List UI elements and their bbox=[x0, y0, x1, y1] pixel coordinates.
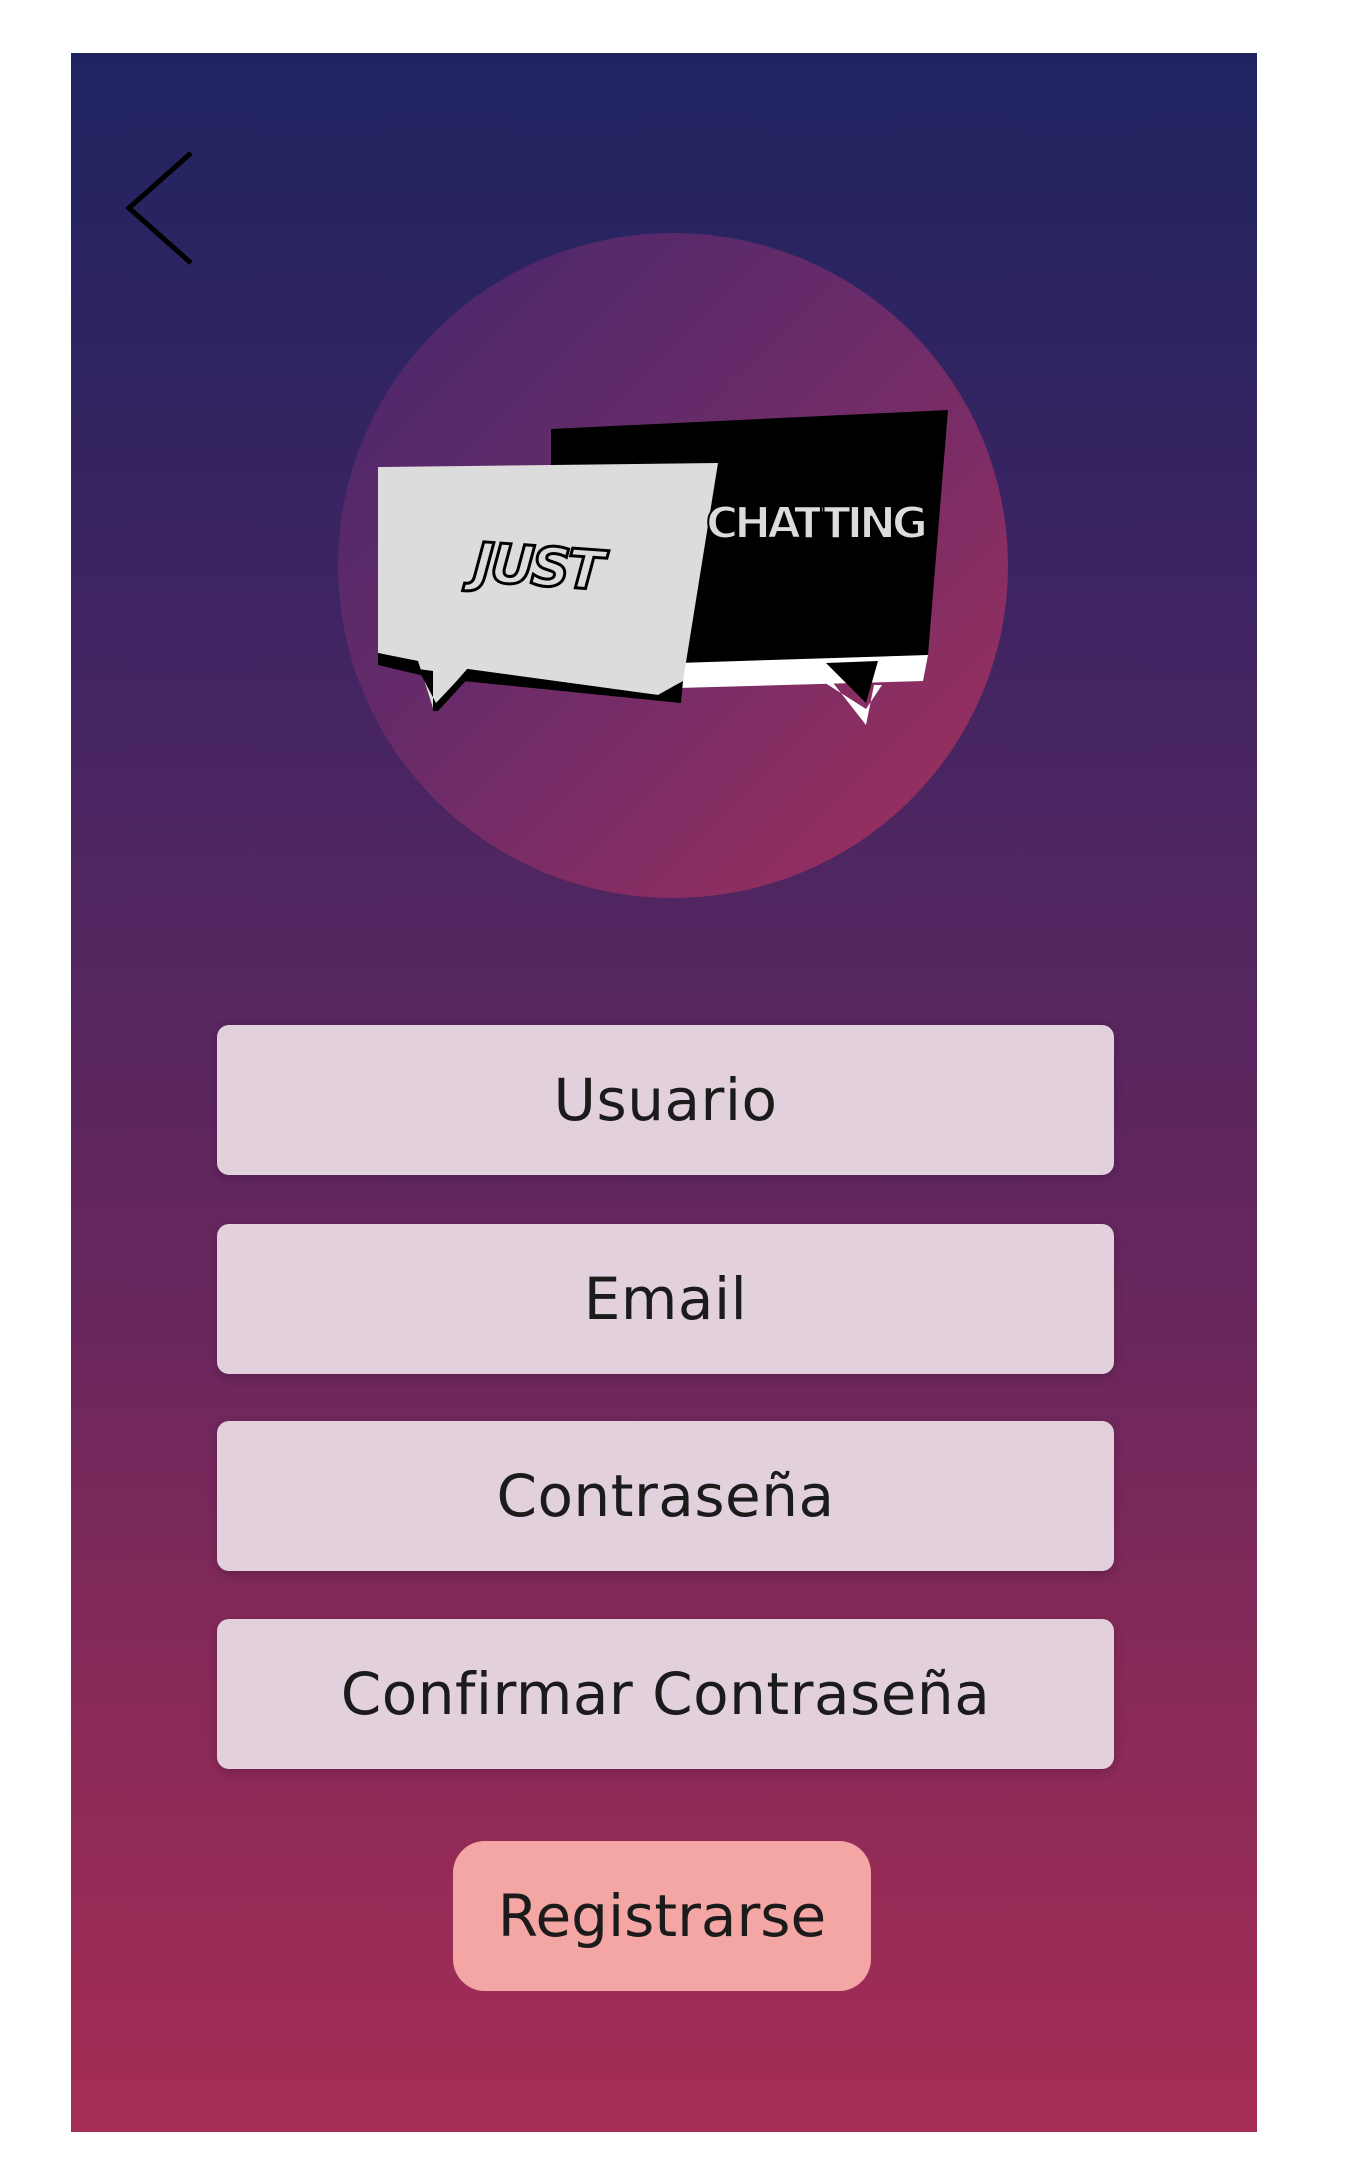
back-button[interactable] bbox=[119, 143, 209, 273]
email-field[interactable]: Email bbox=[217, 1224, 1114, 1374]
chevron-left-icon bbox=[125, 151, 193, 265]
register-button[interactable]: Registrarse bbox=[453, 1841, 871, 1991]
username-field[interactable]: Usuario bbox=[217, 1025, 1114, 1175]
username-placeholder: Usuario bbox=[553, 1066, 778, 1134]
logo-word-right: CHATTING bbox=[706, 498, 925, 549]
speech-bubbles-icon: JUST CHATTING bbox=[378, 410, 948, 725]
confirm-password-field[interactable]: Confirmar Contraseña bbox=[217, 1619, 1114, 1769]
password-placeholder: Contraseña bbox=[496, 1462, 835, 1530]
register-button-label: Registrarse bbox=[497, 1882, 827, 1950]
email-placeholder: Email bbox=[583, 1265, 748, 1333]
logo-word-left: JUST bbox=[462, 530, 610, 603]
password-field[interactable]: Contraseña bbox=[217, 1421, 1114, 1571]
app-logo: JUST CHATTING bbox=[338, 233, 1008, 898]
registration-screen: JUST CHATTING Usuario Email Contraseña C… bbox=[71, 53, 1257, 2132]
confirm-password-placeholder: Confirmar Contraseña bbox=[340, 1660, 991, 1728]
